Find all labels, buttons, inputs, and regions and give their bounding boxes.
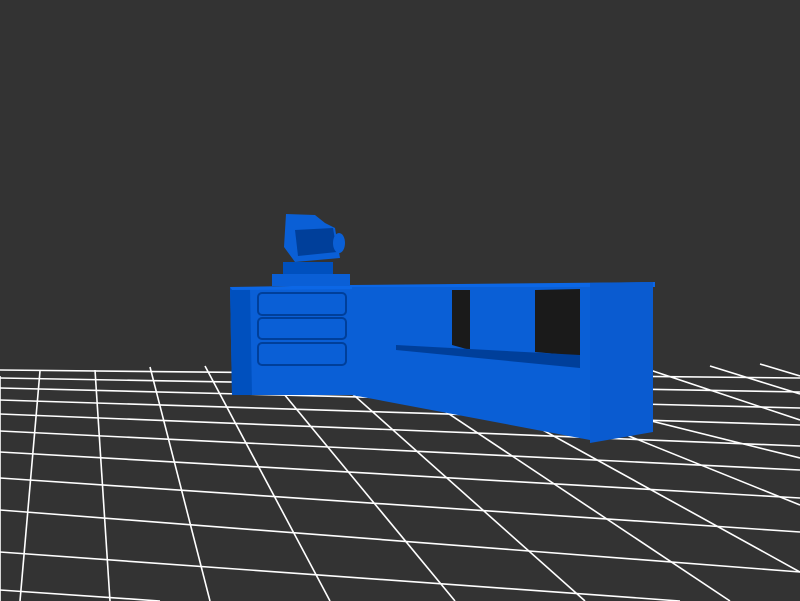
drawer-cabinet-side — [230, 287, 252, 395]
monitor-screen — [295, 228, 337, 256]
grid-line — [204, 365, 331, 601]
grid-line — [0, 413, 800, 447]
monitor-back — [333, 233, 345, 253]
grid-line — [0, 589, 161, 601]
shelving-end — [590, 282, 653, 443]
shelf-compartment — [470, 290, 535, 352]
keyboard — [272, 274, 350, 286]
shelf-opening — [535, 289, 580, 356]
grid-line — [0, 509, 800, 573]
grid-line — [0, 551, 681, 601]
grid-line — [709, 365, 800, 395]
shelf-opening — [452, 290, 470, 350]
grid-line — [759, 363, 800, 377]
grid-line — [19, 370, 41, 601]
grid-line — [0, 451, 800, 499]
shelf-compartment — [396, 290, 452, 345]
grid-line — [149, 366, 211, 601]
drawer-middle — [257, 317, 347, 340]
scene-canvas[interactable] — [0, 0, 800, 601]
drawer-bottom — [257, 342, 347, 366]
3d-viewport[interactable] — [0, 0, 800, 601]
monitor-base — [283, 262, 333, 274]
drawer-top — [257, 292, 347, 316]
